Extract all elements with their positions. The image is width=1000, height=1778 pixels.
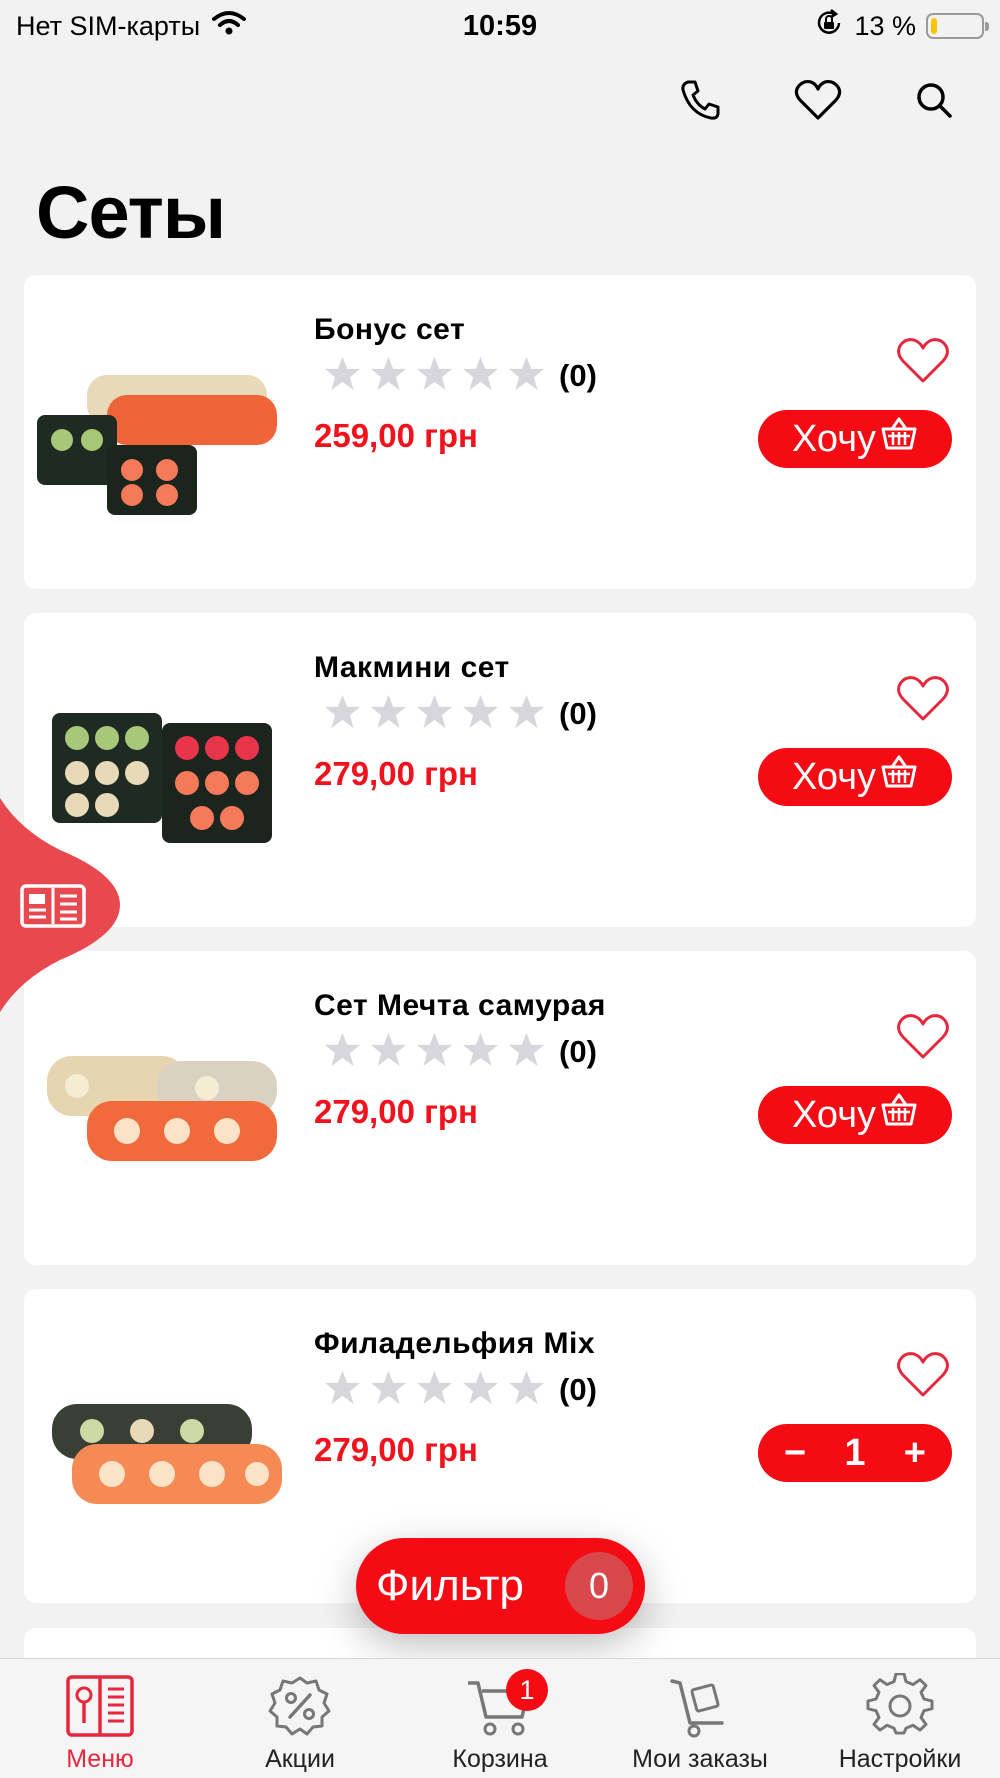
search-icon[interactable] xyxy=(904,70,964,130)
product-price: 259,00 грн xyxy=(314,417,478,454)
product-card[interactable]: Бонус сет (0) 259,00 грн Хочу xyxy=(24,275,976,589)
quantity-value: 1 xyxy=(844,1431,866,1474)
rating[interactable]: (0) xyxy=(324,1369,597,1411)
star-icon[interactable] xyxy=(416,355,453,397)
star-icon[interactable] xyxy=(462,1031,499,1073)
tab-settings[interactable]: Настройки xyxy=(800,1659,1000,1778)
star-icon[interactable] xyxy=(370,1369,407,1411)
tab-label: Настройки xyxy=(838,1745,962,1773)
rating-stars[interactable] xyxy=(324,693,545,735)
want-button[interactable]: Хочу xyxy=(758,748,952,806)
want-button[interactable]: Хочу xyxy=(758,410,952,468)
want-button-label: Хочу xyxy=(791,1093,876,1136)
basket-icon xyxy=(880,753,918,801)
star-icon[interactable] xyxy=(416,693,453,735)
star-icon[interactable] xyxy=(370,355,407,397)
status-left: Нет SIM-карты xyxy=(16,10,346,43)
tab-promotions[interactable]: Акции xyxy=(200,1659,400,1778)
product-name[interactable]: Бонус сет xyxy=(314,313,465,347)
battery-level xyxy=(930,18,938,34)
favorite-heart-icon[interactable] xyxy=(896,1011,950,1061)
product-card[interactable]: Сет Мечта самурая (0) 279,00 грн Хочу xyxy=(24,951,976,1265)
want-button-label: Хочу xyxy=(791,755,876,798)
want-button[interactable]: Хочу xyxy=(758,1086,952,1144)
star-icon[interactable] xyxy=(508,693,545,735)
favorite-heart-icon[interactable] xyxy=(896,335,950,385)
battery-icon xyxy=(925,13,989,39)
basket-icon xyxy=(880,415,918,463)
star-icon[interactable] xyxy=(508,1031,545,1073)
product-price: 279,00 грн xyxy=(314,755,478,792)
settings-icon xyxy=(866,1673,934,1735)
cart-badge: 1 xyxy=(506,1669,548,1711)
rating[interactable]: (0) xyxy=(324,693,597,735)
increase-button[interactable]: + xyxy=(904,1432,926,1475)
product-image xyxy=(52,1404,282,1504)
wifi-icon xyxy=(212,10,247,43)
tab-bar: Меню Акции Корзина 1 Мои заказы Настройк… xyxy=(0,1658,1000,1778)
tab-my-orders[interactable]: Мои заказы xyxy=(600,1659,800,1778)
orientation-lock-icon xyxy=(814,8,844,45)
tab-cart[interactable]: Корзина 1 xyxy=(400,1659,600,1778)
product-name[interactable]: Макмини сет xyxy=(314,651,510,685)
rating-count: (0) xyxy=(559,358,597,393)
status-time: 10:59 xyxy=(462,9,538,42)
status-right: 13 % xyxy=(654,8,989,45)
star-icon[interactable] xyxy=(324,1369,361,1411)
discount-gear-icon xyxy=(268,1676,331,1736)
product-name[interactable]: Сет Мечта самурая xyxy=(314,989,606,1023)
rating-stars[interactable] xyxy=(324,1031,545,1073)
favorites-heart-icon[interactable] xyxy=(788,70,848,130)
basket-icon xyxy=(880,1091,918,1139)
star-icon[interactable] xyxy=(370,1031,407,1073)
rating-stars[interactable] xyxy=(324,355,545,397)
page-title: Сеты xyxy=(36,171,226,254)
decrease-button[interactable]: − xyxy=(784,1432,806,1475)
tab-menu[interactable]: Меню xyxy=(0,1659,200,1778)
star-icon[interactable] xyxy=(324,693,361,735)
delivery-cart-icon xyxy=(670,1679,724,1738)
product-name[interactable]: Филадельфия Mix xyxy=(314,1327,595,1361)
side-menu-tab[interactable] xyxy=(0,790,125,1020)
tab-label: Акции xyxy=(265,1745,335,1773)
rating[interactable]: (0) xyxy=(324,355,597,397)
tab-label: Мои заказы xyxy=(632,1745,768,1773)
star-icon[interactable] xyxy=(324,355,361,397)
product-image xyxy=(37,375,277,515)
product-price: 279,00 грн xyxy=(314,1431,478,1468)
rating-count: (0) xyxy=(559,696,597,731)
star-icon[interactable] xyxy=(416,1369,453,1411)
star-icon[interactable] xyxy=(508,355,545,397)
menu-book-icon xyxy=(66,1675,134,1737)
battery-percent: 13 % xyxy=(854,10,916,41)
star-icon[interactable] xyxy=(462,355,499,397)
star-icon[interactable] xyxy=(508,1369,545,1411)
rating-count: (0) xyxy=(559,1372,597,1407)
status-bar: Нет SIM-карты 10:59 13 % xyxy=(0,0,1000,52)
carrier-label: Нет SIM-карты xyxy=(16,10,201,41)
rating-count: (0) xyxy=(559,1034,597,1069)
tab-label: Меню xyxy=(66,1745,134,1773)
star-icon[interactable] xyxy=(462,1369,499,1411)
star-icon[interactable] xyxy=(370,693,407,735)
star-icon[interactable] xyxy=(324,1031,361,1073)
filter-count-badge: 0 xyxy=(565,1552,633,1620)
header-actions xyxy=(0,70,1000,130)
filter-label: Фильтр xyxy=(376,1561,524,1610)
tab-label: Корзина xyxy=(452,1745,548,1773)
favorite-heart-icon[interactable] xyxy=(896,1349,950,1399)
star-icon[interactable] xyxy=(416,1031,453,1073)
star-icon[interactable] xyxy=(462,693,499,735)
phone-icon[interactable] xyxy=(670,70,730,130)
quantity-stepper: − 1 + xyxy=(758,1424,952,1482)
product-price: 279,00 грн xyxy=(314,1093,478,1130)
favorite-heart-icon[interactable] xyxy=(896,673,950,723)
rating[interactable]: (0) xyxy=(324,1031,597,1073)
rating-stars[interactable] xyxy=(324,1369,545,1411)
filter-button[interactable]: Фильтр 0 xyxy=(356,1538,645,1634)
want-button-label: Хочу xyxy=(791,417,876,460)
product-card[interactable]: Макмини сет (0) 279,00 грн Хочу xyxy=(24,613,976,927)
